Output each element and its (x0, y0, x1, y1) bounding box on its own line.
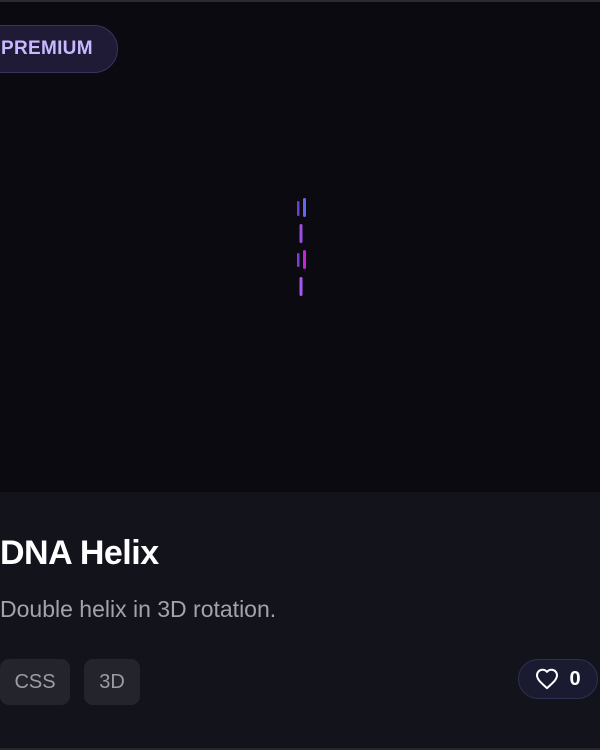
helix-strand-4 (297, 253, 300, 267)
like-count: 0 (569, 667, 581, 690)
helix-strand-1 (297, 201, 300, 216)
heart-icon (535, 668, 559, 690)
premium-badge-label: PREMIUM (1, 38, 93, 59)
dna-helix-animation (297, 198, 306, 296)
tag-list: CSS 3D (0, 659, 140, 705)
premium-badge: PREMIUM (0, 25, 118, 73)
component-card[interactable]: PREMIUM DNA Helix Double helix in 3D rot… (0, 0, 600, 750)
preview-area: PREMIUM (0, 2, 600, 492)
tag-css[interactable]: CSS (0, 659, 70, 705)
card-description: Double helix in 3D rotation. (0, 596, 277, 622)
card-body: DNA Helix Double helix in 3D rotation. C… (0, 492, 600, 748)
like-button[interactable]: 0 (518, 659, 598, 699)
helix-strand-2 (303, 198, 306, 217)
card-title: DNA Helix (0, 534, 159, 572)
helix-strand-5 (303, 250, 306, 269)
tag-3d[interactable]: 3D (84, 659, 140, 705)
helix-strand-3 (299, 224, 303, 243)
helix-strand-6 (299, 277, 303, 296)
